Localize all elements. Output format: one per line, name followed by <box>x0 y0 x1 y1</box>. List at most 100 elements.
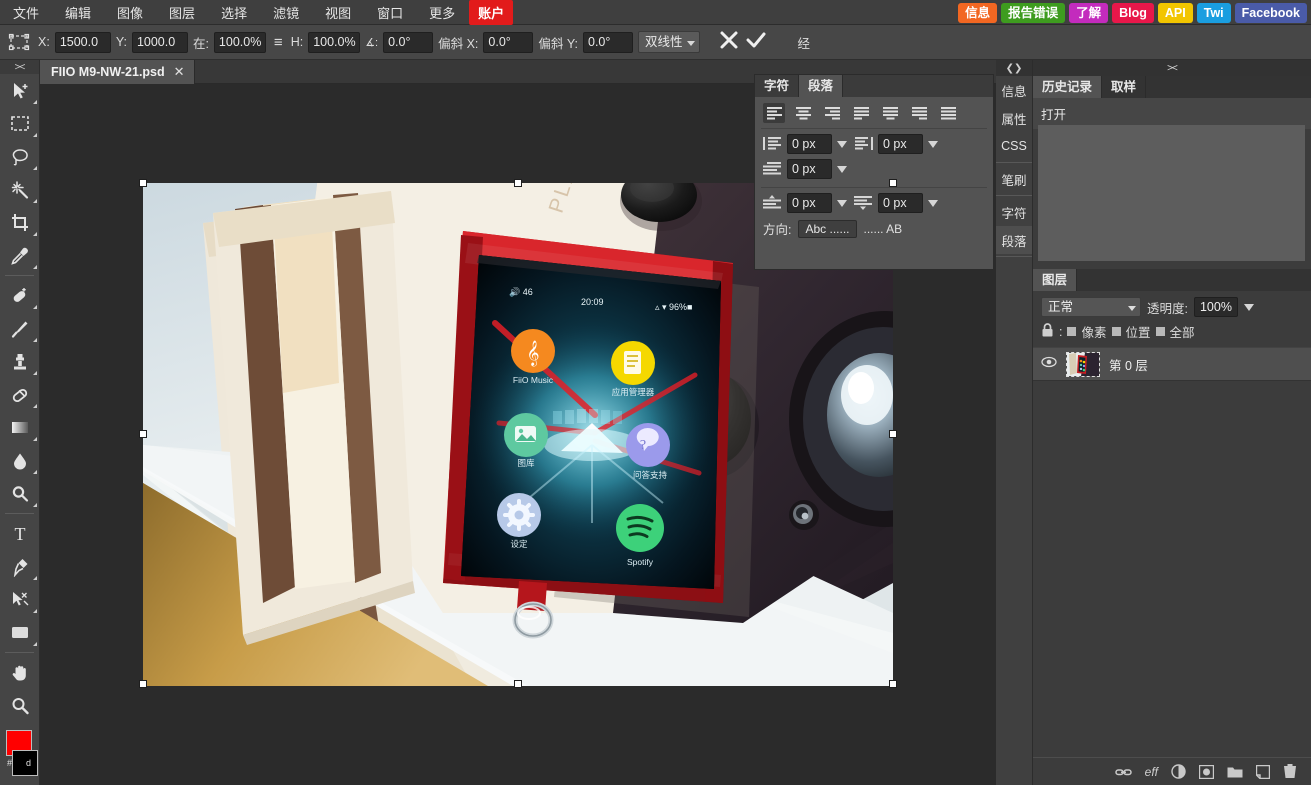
chevron-down-icon[interactable] <box>837 165 847 173</box>
layer-name[interactable]: 第 0 层 <box>1109 355 1148 374</box>
new-layer-icon[interactable] <box>1256 764 1270 779</box>
interpolation-dropdown[interactable]: 双线性 <box>638 31 700 53</box>
layer-mask-icon[interactable] <box>1199 764 1214 779</box>
transform-handle-bottom-center[interactable] <box>514 680 522 688</box>
tab-history[interactable]: 历史记录 <box>1033 76 1103 98</box>
input-height[interactable]: 100.0% <box>308 31 361 53</box>
gradient-tool[interactable] <box>0 411 40 444</box>
menu-item-edit[interactable]: 编辑 <box>53 0 103 25</box>
tab-layers[interactable]: 图层 <box>1033 269 1078 291</box>
link-facebook[interactable]: Facebook <box>1234 2 1307 23</box>
tab-sampling[interactable]: 取样 <box>1102 76 1147 98</box>
link-report-bug[interactable]: 报告错误 <box>1001 2 1066 23</box>
link-blog[interactable]: Blog <box>1112 2 1154 23</box>
paragraph-panel[interactable]: 字符 段落 0 px 0 px 0 px 0 px 0 px 方向: Abc .… <box>754 74 994 270</box>
table-row[interactable]: 第 0 层 <box>1033 347 1311 381</box>
align-left-button[interactable] <box>763 103 785 123</box>
tab-paragraph[interactable]: 段落 <box>799 75 844 97</box>
blend-mode-dropdown[interactable]: 正常 <box>1041 297 1141 317</box>
history-list-body[interactable] <box>1038 125 1305 261</box>
eraser-tool[interactable] <box>0 378 40 411</box>
vtab-properties[interactable]: 属性 <box>996 104 1032 132</box>
space-after-input[interactable]: 0 px <box>878 193 923 213</box>
close-icon[interactable]: ✕ <box>174 64 185 80</box>
new-group-icon[interactable] <box>1227 765 1243 778</box>
input-x[interactable]: 1500.0 <box>54 31 111 53</box>
toolbar-collapse-grip[interactable]: >< <box>0 60 39 74</box>
eyedropper-tool[interactable] <box>0 239 40 272</box>
link-chain-icon[interactable]: ≡ <box>271 34 286 51</box>
vtab-css[interactable]: CSS <box>996 132 1032 160</box>
default-colors-icon[interactable]: # <box>7 758 12 768</box>
justify-last-left-button[interactable] <box>850 103 872 123</box>
dock-expand-icon[interactable]: ❮❯ <box>996 60 1032 76</box>
link-layers-icon[interactable] <box>1114 766 1132 778</box>
chevron-down-icon[interactable] <box>928 140 938 148</box>
menu-item-filter[interactable]: 滤镜 <box>261 0 311 25</box>
chevron-down-icon[interactable] <box>837 140 847 148</box>
opacity-input[interactable]: 100% <box>1193 297 1238 317</box>
justify-last-right-button[interactable] <box>908 103 930 123</box>
chevron-down-icon[interactable] <box>1243 303 1254 311</box>
input-skew-x[interactable]: 0.0° <box>483 31 534 53</box>
transform-handle-top-center[interactable] <box>514 179 522 187</box>
vtab-info[interactable]: 信息 <box>996 76 1032 104</box>
zoom-tool[interactable] <box>0 689 40 722</box>
transform-handle-middle-left[interactable] <box>139 430 147 438</box>
vtab-character[interactable]: 字符 <box>996 198 1032 226</box>
blur-tool[interactable] <box>0 444 40 477</box>
delete-layer-icon[interactable] <box>1283 764 1297 779</box>
menu-item-window[interactable]: 窗口 <box>365 0 415 25</box>
chevron-down-icon[interactable] <box>928 199 938 207</box>
indent-right-input[interactable]: 0 px <box>878 134 923 154</box>
indent-first-line-input[interactable]: 0 px <box>787 159 832 179</box>
link-twitter[interactable]: Twi <box>1196 2 1231 23</box>
direction-rtl-button[interactable]: ...... AB <box>864 222 903 236</box>
menu-item-account[interactable]: 账户 <box>469 0 514 25</box>
brush-tool[interactable] <box>0 312 40 345</box>
shape-tool[interactable] <box>0 616 40 649</box>
menu-item-file[interactable]: 文件 <box>1 0 51 25</box>
menu-item-select[interactable]: 选择 <box>209 0 259 25</box>
cancel-transform-button[interactable] <box>718 29 740 56</box>
dodge-tool[interactable] <box>0 477 40 510</box>
layer-thumbnail[interactable] <box>1066 351 1100 377</box>
direction-ltr-button[interactable]: Abc ...... <box>798 219 857 238</box>
menu-item-view[interactable]: 视图 <box>313 0 363 25</box>
transform-handle-bottom-right[interactable] <box>889 680 897 688</box>
dock-collapse-grip[interactable]: >< <box>1033 60 1311 76</box>
document-tab[interactable]: FIIO M9-NW-21.psd ✕ <box>40 60 195 84</box>
rectangular-marquee-tool[interactable] <box>0 107 40 140</box>
align-center-button[interactable] <box>792 103 814 123</box>
path-selection-tool[interactable] <box>0 583 40 616</box>
menu-item-image[interactable]: 图像 <box>105 0 155 25</box>
vtab-paragraph[interactable]: 段落 <box>996 226 1032 254</box>
tab-character[interactable]: 字符 <box>755 75 800 97</box>
clone-stamp-tool[interactable] <box>0 345 40 378</box>
pen-tool[interactable] <box>0 550 40 583</box>
input-rotation[interactable]: 0.0° <box>383 31 434 53</box>
eye-icon[interactable] <box>1041 355 1057 373</box>
adjustment-layer-icon[interactable] <box>1171 764 1186 779</box>
layer-effects-icon[interactable]: eff <box>1145 765 1158 779</box>
transform-handle-top-right[interactable] <box>889 179 897 187</box>
space-before-input[interactable]: 0 px <box>787 193 832 213</box>
menu-item-more[interactable]: 更多 <box>417 0 467 25</box>
menu-item-layer[interactable]: 图层 <box>157 0 207 25</box>
swap-colors-icon[interactable]: d <box>26 758 31 768</box>
lock-all-checkbox[interactable] <box>1155 327 1165 336</box>
link-info[interactable]: 信息 <box>958 2 998 23</box>
justify-last-center-button[interactable] <box>879 103 901 123</box>
link-api[interactable]: API <box>1157 2 1193 23</box>
commit-transform-button[interactable] <box>745 29 767 56</box>
color-swatches[interactable]: # d <box>0 728 40 785</box>
input-y[interactable]: 1000.0 <box>131 31 188 53</box>
lock-position-checkbox[interactable] <box>1111 327 1121 336</box>
input-skew-y[interactable]: 0.0° <box>583 31 633 53</box>
vtab-brushes[interactable]: 笔刷 <box>996 165 1032 193</box>
link-learn[interactable]: 了解 <box>1069 2 1109 23</box>
healing-brush-tool[interactable] <box>0 279 40 312</box>
background-color-swatch[interactable] <box>12 750 38 776</box>
type-tool[interactable]: T <box>0 517 40 550</box>
transform-handle-top-left[interactable] <box>139 179 147 187</box>
